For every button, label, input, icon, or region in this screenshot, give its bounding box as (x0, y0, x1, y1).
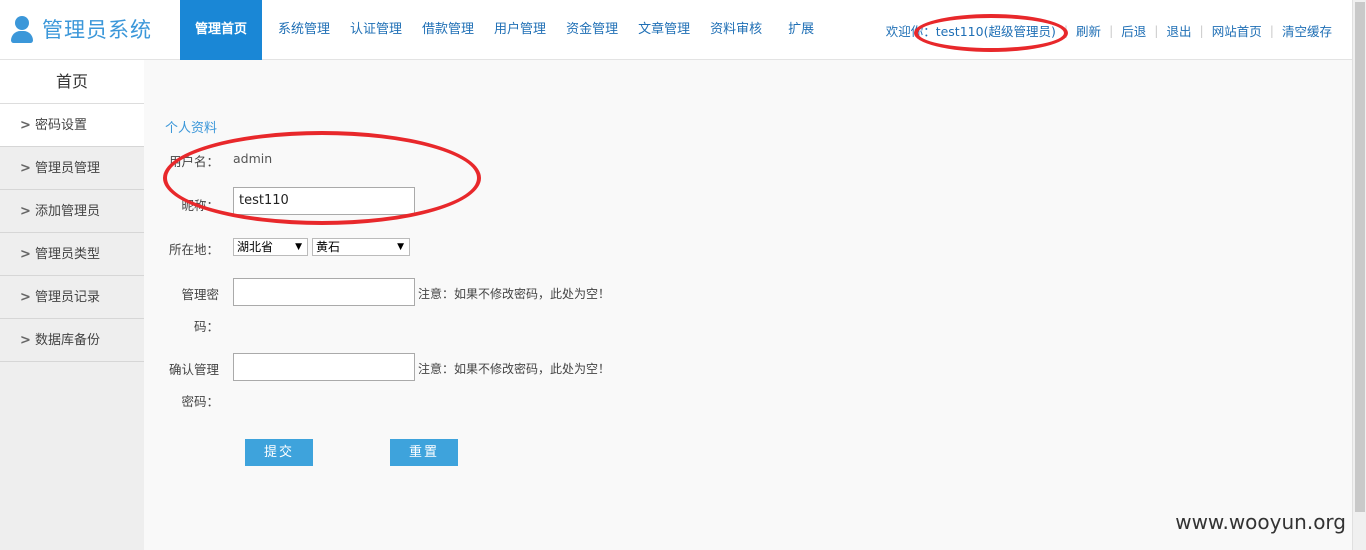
main-nav: 管理首页 系统管理 认证管理 借款管理 用户管理 资金管理 文章管理 资料审核 … (180, 0, 824, 60)
chevron-right-icon: > (20, 333, 31, 348)
password-note: 注意：如果不修改密码，此处为空！ (418, 287, 611, 301)
chevron-right-icon: > (20, 161, 31, 176)
sidebar-item-label: 密码设置 (35, 118, 88, 133)
refresh-link[interactable]: 刷新 (1076, 21, 1101, 40)
chevron-right-icon: > (20, 118, 31, 133)
dropdown-arrow-icon: ▼ (295, 242, 302, 252)
divider: | (1269, 22, 1274, 38)
nav-articles[interactable]: 文章管理 (628, 0, 700, 60)
password-label: 管理密 (181, 287, 219, 302)
divider: | (1109, 22, 1114, 38)
chevron-right-icon: > (20, 290, 31, 305)
vertical-scrollbar[interactable] (1352, 0, 1366, 550)
password-input[interactable] (233, 278, 415, 306)
logo: 管理员系统 (10, 14, 152, 44)
password-label-cont: 码： (193, 319, 219, 334)
back-link[interactable]: 后退 (1121, 21, 1146, 40)
nav-extend[interactable]: 扩展 (772, 0, 824, 60)
confirm-password-input[interactable] (233, 353, 415, 381)
confirm-password-label-cont: 密码： (181, 394, 219, 409)
nav-loan[interactable]: 借款管理 (412, 0, 484, 60)
province-value: 湖北省 (237, 240, 274, 254)
chevron-right-icon: > (20, 204, 31, 219)
clear-cache-link[interactable]: 清空缓存 (1282, 21, 1332, 40)
sidebar-item-label: 添加管理员 (35, 204, 101, 219)
nav-review[interactable]: 资料审核 (700, 0, 772, 60)
sidebar-item-label: 管理员类型 (35, 247, 101, 262)
sidebar-item-password[interactable]: > 密码设置 (0, 104, 144, 147)
admin-user-icon (10, 14, 34, 44)
sidebar-item-label: 管理员记录 (35, 290, 101, 305)
section-title: 个人资料 (165, 121, 218, 136)
city-value: 黄石 (316, 240, 341, 254)
chevron-right-icon: > (20, 247, 31, 262)
annotation-ellipse-welcome (914, 14, 1068, 52)
submit-button[interactable]: 提交 (245, 439, 313, 466)
watermark: www.wooyun.org (1175, 510, 1346, 534)
nav-system[interactable]: 系统管理 (268, 0, 340, 60)
annotation-ellipse-profile (163, 131, 481, 225)
top-header: 管理员系统 管理首页 系统管理 认证管理 借款管理 用户管理 资金管理 文章管理… (0, 0, 1352, 60)
sidebar-item-admin-types[interactable]: > 管理员类型 (0, 233, 144, 276)
location-label: 所在地： (168, 242, 219, 257)
scrollbar-thumb[interactable] (1355, 2, 1365, 512)
sidebar: 首页 > 密码设置 > 管理员管理 > 添加管理员 > 管理员类型 > 管理员记录 > 数据… (0, 60, 144, 550)
sidebar-item-add-admin[interactable]: > 添加管理员 (0, 190, 144, 233)
reset-button[interactable]: 重置 (390, 439, 458, 466)
sidebar-item-db-backup[interactable]: > 数据库备份 (0, 319, 144, 362)
dropdown-arrow-icon: ▼ (397, 242, 404, 252)
nav-funds[interactable]: 资金管理 (556, 0, 628, 60)
city-select[interactable]: 黄石 ▼ (312, 238, 410, 256)
sidebar-item-label: 管理员管理 (35, 161, 101, 176)
divider: | (1199, 22, 1204, 38)
logo-text: 管理员系统 (42, 18, 152, 42)
nav-users[interactable]: 用户管理 (484, 0, 556, 60)
logout-link[interactable]: 退出 (1167, 21, 1192, 40)
confirm-password-label: 确认管理 (168, 362, 219, 377)
nav-home[interactable]: 管理首页 (180, 0, 262, 60)
sidebar-item-admin-log[interactable]: > 管理员记录 (0, 276, 144, 319)
confirm-password-note: 注意：如果不修改密码，此处为空！ (418, 362, 611, 376)
province-select[interactable]: 湖北省 ▼ (233, 238, 308, 256)
nav-auth[interactable]: 认证管理 (340, 0, 412, 60)
site-home-link[interactable]: 网站首页 (1212, 21, 1262, 40)
divider: | (1154, 22, 1159, 38)
sidebar-item-admin-manage[interactable]: > 管理员管理 (0, 147, 144, 190)
sidebar-item-label: 数据库备份 (35, 333, 101, 348)
sidebar-title: 首页 (0, 60, 144, 104)
